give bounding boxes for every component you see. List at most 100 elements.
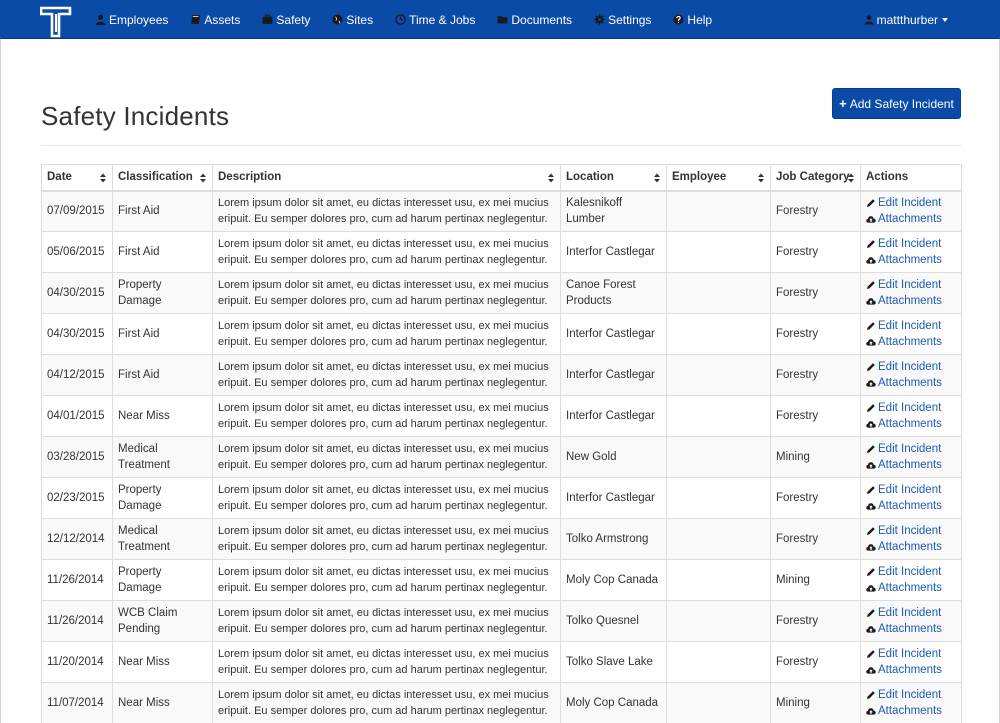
edit-incident-link[interactable]: Edit Incident: [866, 687, 956, 703]
col-location[interactable]: Location: [560, 164, 667, 192]
table-row: 03/28/2015 Medical Treatment Lorem ipsum d…: [41, 436, 962, 478]
nav-safety[interactable]: Safety: [262, 13, 310, 27]
cell-location: New Gold: [560, 436, 667, 478]
cell-employee: [666, 600, 771, 642]
attachments-link[interactable]: Attachments: [866, 293, 956, 309]
nav-documents[interactable]: Documents: [497, 13, 572, 27]
cell-date: 04/30/2015: [41, 272, 113, 314]
attachments-label: Attachments: [878, 500, 942, 512]
col-classification[interactable]: Classification: [112, 164, 213, 192]
cell-location: Tolko Slave Lake: [560, 641, 667, 683]
cell-date: 04/01/2015: [41, 395, 113, 437]
cell-location: Moly Cop Canada: [560, 559, 667, 601]
question-icon: [673, 14, 684, 25]
table-row: 11/26/2014 Property Damage Lorem ipsum dol…: [41, 559, 962, 601]
add-safety-incident-button[interactable]: + Add Safety Incident: [832, 88, 961, 119]
attachments-link[interactable]: Attachments: [866, 457, 956, 473]
attachments-link[interactable]: Attachments: [866, 252, 956, 268]
attachments-link[interactable]: Attachments: [866, 498, 956, 514]
cell-location: Interfor Castlegar: [560, 354, 667, 396]
col-date[interactable]: Date: [41, 164, 113, 192]
col-employee[interactable]: Employee: [666, 164, 771, 192]
edit-incident-link[interactable]: Edit Incident: [866, 605, 956, 621]
cell-employee: [666, 313, 771, 355]
edit-incident-link[interactable]: Edit Incident: [866, 441, 956, 457]
cell-classification: Near Miss: [112, 682, 213, 723]
edit-incident-label: Edit Incident: [878, 566, 942, 578]
attachments-link[interactable]: Attachments: [866, 703, 956, 719]
cell-employee: [666, 354, 771, 396]
edit-incident-label: Edit Incident: [878, 197, 942, 210]
edit-incident-link[interactable]: Edit Incident: [866, 359, 956, 375]
cell-classification: Property Damage: [112, 559, 213, 601]
nav-time-jobs[interactable]: Time & Jobs: [395, 13, 475, 27]
cell-job-category: Forestry: [770, 477, 861, 519]
col-job-category[interactable]: Job Category: [770, 164, 861, 192]
attachments-link[interactable]: Attachments: [866, 375, 956, 391]
attachments-label: Attachments: [878, 254, 942, 266]
nav-employees[interactable]: Employees: [95, 13, 168, 27]
cloud-upload-icon: [866, 460, 878, 470]
t-logo-icon[interactable]: [40, 6, 72, 38]
cell-employee: [666, 477, 771, 519]
cell-job-category: Forestry: [770, 600, 861, 642]
cell-description: Lorem ipsum dolor sit amet, eu dictas in…: [212, 436, 561, 478]
cell-job-category: Mining: [770, 682, 861, 723]
attachments-link[interactable]: Attachments: [866, 211, 956, 227]
col-actions-label: Actions: [866, 171, 909, 184]
edit-incident-link[interactable]: Edit Incident: [866, 523, 956, 539]
edit-incident-link[interactable]: Edit Incident: [866, 564, 956, 580]
nav-settings[interactable]: Settings: [594, 13, 651, 27]
col-actions: Actions: [860, 164, 962, 192]
edit-incident-link[interactable]: Edit Incident: [866, 646, 956, 662]
cell-description: Lorem ipsum dolor sit amet, eu dictas in…: [212, 641, 561, 683]
edit-incident-link[interactable]: Edit Incident: [866, 277, 956, 293]
cell-actions: Edit Incident Attachments: [860, 354, 962, 396]
nav-help[interactable]: Help: [673, 13, 712, 27]
cell-actions: Edit Incident Attachments: [860, 313, 962, 355]
attachments-link[interactable]: Attachments: [866, 416, 956, 432]
cell-classification: Property Damage: [112, 477, 213, 519]
cell-job-category: Forestry: [770, 641, 861, 683]
pencil-icon: [866, 690, 878, 700]
attachments-label: Attachments: [878, 336, 942, 348]
table-row: 04/30/2015 First Aid Lorem ipsum dolor sit…: [41, 313, 962, 355]
pencil-icon: [866, 362, 878, 372]
pencil-icon: [866, 649, 878, 659]
cell-date: 03/28/2015: [41, 436, 113, 478]
cell-classification: First Aid: [112, 190, 213, 232]
edit-incident-link[interactable]: Edit Incident: [866, 482, 956, 498]
book-icon: [190, 14, 201, 25]
nav-sites[interactable]: Sites: [332, 13, 373, 27]
cloud-upload-icon: [866, 542, 878, 552]
cell-employee: [666, 436, 771, 478]
attachments-link[interactable]: Attachments: [866, 621, 956, 637]
cell-date: 04/12/2015: [41, 354, 113, 396]
nav-assets[interactable]: Assets: [190, 13, 240, 27]
cloud-upload-icon: [866, 255, 878, 265]
cloud-upload-icon: [866, 501, 878, 511]
edit-incident-link[interactable]: Edit Incident: [866, 236, 956, 252]
edit-incident-link[interactable]: Edit Incident: [866, 318, 956, 334]
clock-icon: [395, 14, 406, 25]
edit-incident-label: Edit Incident: [878, 648, 942, 660]
attachments-link[interactable]: Attachments: [866, 580, 956, 596]
table-row: 02/23/2015 Property Damage Lorem ipsum dol…: [41, 477, 962, 519]
cell-description: Lorem ipsum dolor sit amet, eu dictas in…: [212, 231, 561, 273]
attachments-link[interactable]: Attachments: [866, 334, 956, 350]
nav-sites-label: Sites: [346, 12, 374, 27]
col-description[interactable]: Description: [212, 164, 561, 192]
attachments-link[interactable]: Attachments: [866, 539, 956, 555]
cell-description: Lorem ipsum dolor sit amet, eu dictas in…: [212, 559, 561, 601]
attachments-link[interactable]: Attachments: [866, 662, 956, 678]
user-menu[interactable]: mattthurber: [864, 0, 948, 39]
cell-job-category: Mining: [770, 436, 861, 478]
edit-incident-link[interactable]: Edit Incident: [866, 195, 956, 211]
cell-employee: [666, 559, 771, 601]
cell-employee: [666, 682, 771, 723]
user-icon: [864, 14, 874, 25]
cell-classification: WCB Claim Pending: [112, 600, 213, 642]
nav-employees-label: Employees: [109, 12, 169, 27]
edit-incident-link[interactable]: Edit Incident: [866, 400, 956, 416]
cell-description: Lorem ipsum dolor sit amet, eu dictas in…: [212, 395, 561, 437]
